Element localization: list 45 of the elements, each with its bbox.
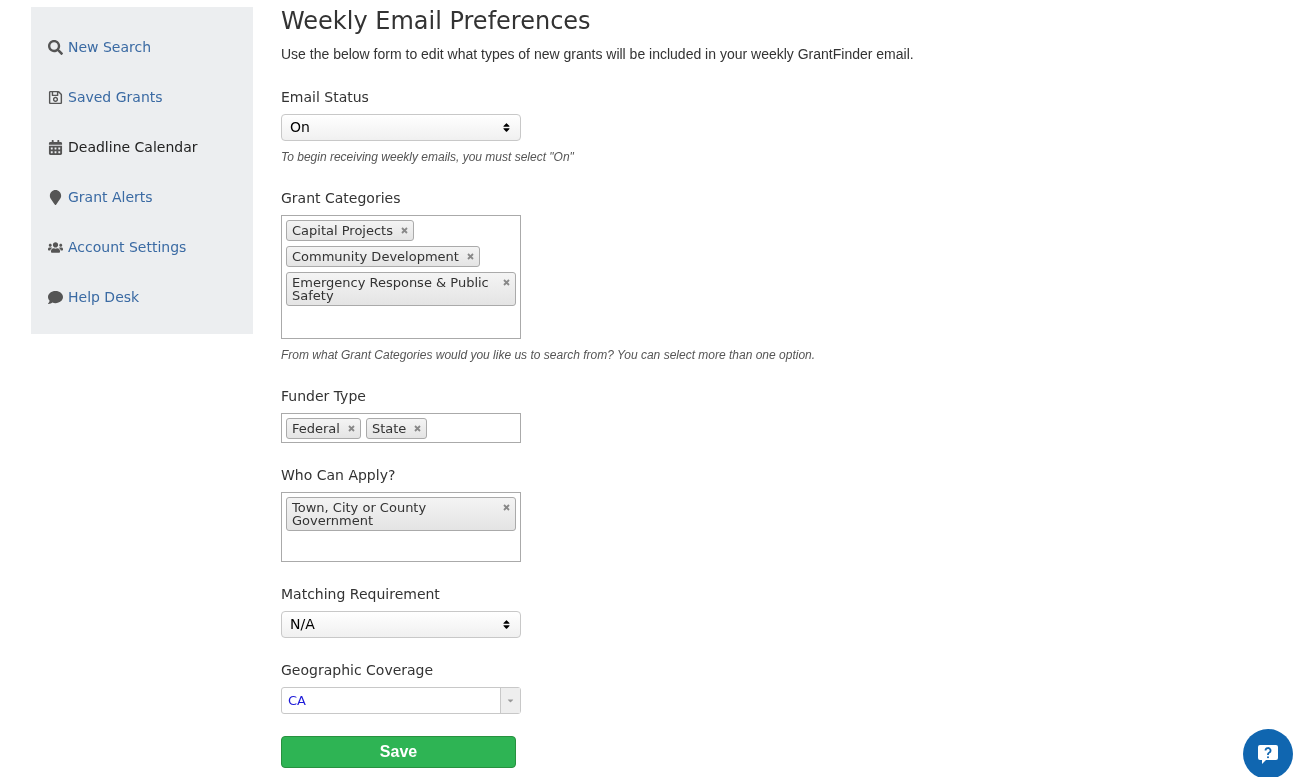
field-label: Matching Requirement xyxy=(281,585,441,604)
caret-icon xyxy=(506,696,515,705)
remove-icon[interactable] xyxy=(503,279,510,286)
sidebar-link[interactable]: New Search xyxy=(48,22,253,72)
select-field[interactable]: N/A xyxy=(281,611,521,638)
tag-chip: Community Development xyxy=(286,246,480,267)
sidebar-link[interactable]: Saved Grants xyxy=(48,72,253,122)
help-text: To begin receiving weekly emails, you must select "On" xyxy=(281,149,575,166)
map-pin-icon xyxy=(48,189,63,205)
select-field[interactable]: On xyxy=(281,114,521,141)
remove-icon[interactable] xyxy=(347,425,355,432)
search-icon xyxy=(48,39,63,55)
sidebar-link[interactable]: Grant Alerts xyxy=(48,172,253,222)
sidebar-link[interactable]: Deadline Calendar xyxy=(48,122,253,172)
field-label: Grant Categories xyxy=(281,189,402,208)
remove-icon[interactable] xyxy=(400,227,408,234)
field-label: Funder Type xyxy=(281,387,367,406)
question-bubble-icon xyxy=(1257,743,1279,765)
speech-bubble-icon xyxy=(48,289,63,305)
calendar-icon xyxy=(48,139,63,155)
tags-field[interactable]: Capital Projects Community Development Emergency Response & Public Safety xyxy=(281,215,521,339)
sort-arrows-icon xyxy=(501,619,512,630)
page-title: Weekly Email Preferences xyxy=(281,6,592,36)
dropdown-toggle[interactable] xyxy=(500,688,520,713)
tag-chip: Federal xyxy=(286,418,361,439)
sidebar-link[interactable]: Help Desk xyxy=(48,272,253,322)
remove-icon[interactable] xyxy=(503,504,510,511)
field-label: Geographic Coverage xyxy=(281,661,435,680)
sort-arrows-icon xyxy=(501,122,512,133)
people-icon xyxy=(48,239,63,255)
field-label: Email Status xyxy=(281,88,370,107)
tag-chip: Emergency Response & Public Safety xyxy=(286,272,516,306)
remove-icon[interactable] xyxy=(466,253,474,260)
tag-chip: Capital Projects xyxy=(286,220,414,241)
help-text: From what Grant Categories would you like us to search from? You can select more than one option. xyxy=(281,347,817,364)
tag-chip: State xyxy=(365,418,428,439)
tag-chip: Town, City or County Government xyxy=(286,497,516,531)
tags-field[interactable]: Town, City or County Government xyxy=(281,492,521,562)
sidebar-link[interactable]: Account Settings xyxy=(48,222,253,272)
remove-icon[interactable] xyxy=(414,425,422,432)
help-chat-button[interactable] xyxy=(1243,729,1293,777)
intro-text: Use the below form to edit what types of new grants will be included in your weekly GrantFinder email. xyxy=(281,45,914,64)
tags-field[interactable]: Federal State xyxy=(281,413,521,443)
field-label: Who Can Apply? xyxy=(281,466,397,485)
combo-field[interactable]: CA xyxy=(281,687,521,714)
